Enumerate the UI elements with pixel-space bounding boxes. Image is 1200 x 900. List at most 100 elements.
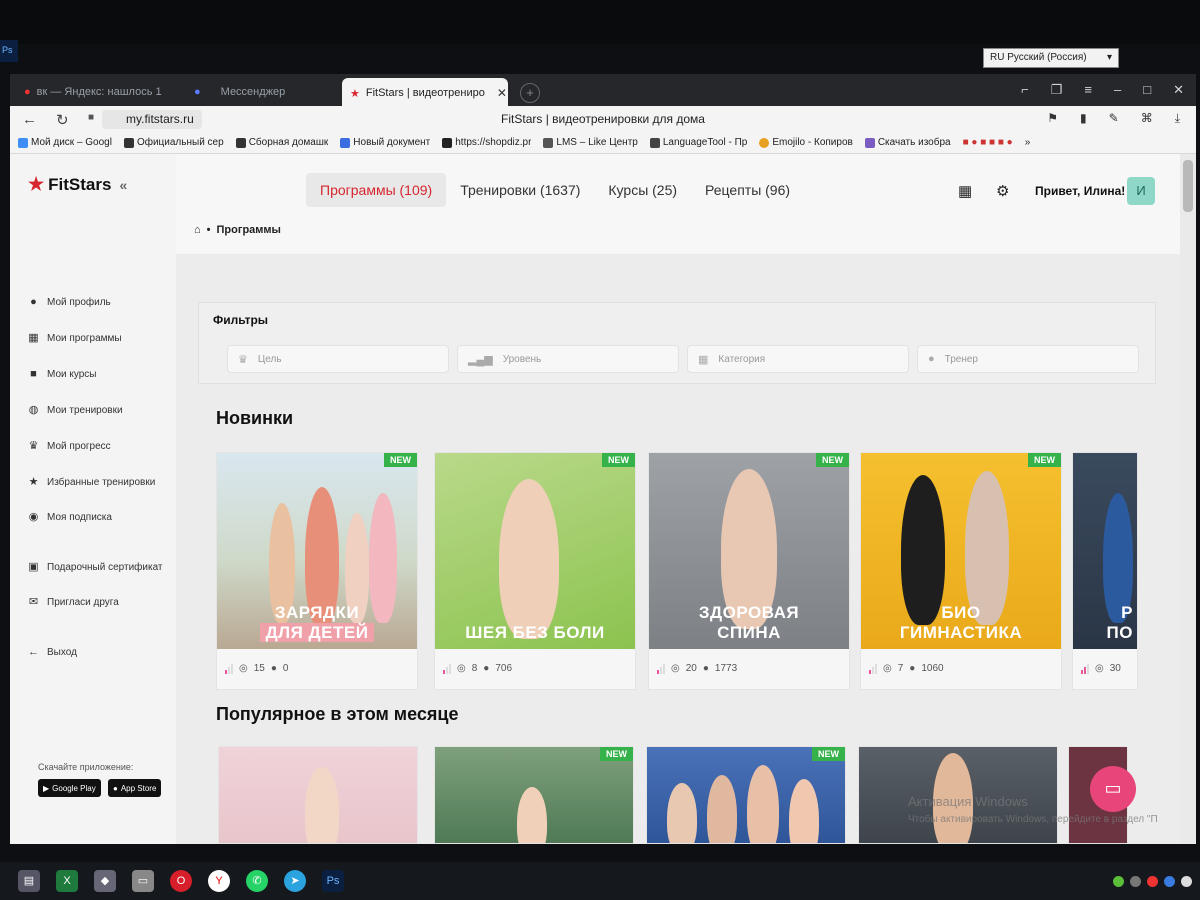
sidebar-item-profile[interactable]: ● Мой профиль bbox=[28, 297, 111, 309]
grid-icon: ▦ bbox=[698, 353, 709, 366]
new-badge: NEW bbox=[1028, 453, 1061, 467]
opera-icon[interactable]: O bbox=[170, 870, 192, 892]
tab-fitstars[interactable]: ★ FitStars | видеотрениро ✕ bbox=[342, 78, 508, 108]
collapse-chevron-icon[interactable]: « bbox=[119, 177, 127, 193]
translate-icon[interactable]: ⌘ bbox=[1141, 111, 1153, 126]
tray-icon[interactable] bbox=[1130, 876, 1141, 887]
program-card[interactable]: NEW bbox=[646, 746, 846, 844]
card-image: БИО ГИМНАСТИКА NEW bbox=[861, 453, 1061, 649]
close-icon[interactable]: ✕ bbox=[497, 86, 507, 100]
program-card[interactable]: ЗДОРОВАЯ СПИНА NEW ◎ 20 ● 1773 bbox=[648, 452, 850, 690]
close-window-icon[interactable]: ✕ bbox=[1173, 82, 1184, 98]
maximize-icon[interactable]: □ bbox=[1143, 82, 1151, 98]
scrollbar-thumb[interactable] bbox=[1183, 160, 1193, 212]
section-title-popular: Популярное в этом месяце bbox=[216, 704, 459, 724]
filter-trainer[interactable]: ● Тренер bbox=[917, 345, 1139, 373]
notepad-icon[interactable]: ▭ bbox=[132, 870, 154, 892]
bookmark-item[interactable]: Emojilo - Копиров bbox=[759, 137, 853, 148]
person-figure bbox=[305, 767, 339, 843]
excel-icon[interactable]: X bbox=[56, 870, 78, 892]
more-bookmarks-icon[interactable]: » bbox=[1025, 137, 1031, 148]
users-icon: ● bbox=[483, 663, 490, 674]
bookmark-item[interactable]: LanguageTool - Пр bbox=[649, 137, 747, 148]
bookmark-item[interactable]: Скачать изобра bbox=[864, 137, 951, 148]
app-store-button[interactable]: ● App Store bbox=[108, 779, 162, 797]
extension-icon[interactable]: ⚑ bbox=[1047, 111, 1058, 126]
bookmark-item[interactable]: Новый документ bbox=[340, 137, 430, 148]
bookmark-item[interactable]: Мой диск – Googl bbox=[18, 137, 112, 148]
explorer-icon[interactable]: ▤ bbox=[18, 870, 40, 892]
minimize-icon[interactable]: – bbox=[1114, 82, 1121, 98]
card-image: Р ПО bbox=[1073, 453, 1137, 649]
glasses-icon[interactable]: ⌐ bbox=[1021, 82, 1029, 98]
app-icon[interactable]: ◆ bbox=[94, 870, 116, 892]
program-card[interactable] bbox=[218, 746, 418, 844]
sidebar-item-gift[interactable]: ▣ Подарочный сертификат bbox=[28, 562, 162, 574]
program-card[interactable]: NEW bbox=[434, 746, 634, 844]
telegram-icon[interactable]: ➤ bbox=[284, 870, 306, 892]
sidebar-item-workouts[interactable]: ◍ Мои тренировки bbox=[28, 405, 123, 417]
photoshop-icon[interactable]: Ps bbox=[322, 870, 344, 892]
page-scrollbar[interactable] bbox=[1180, 154, 1196, 844]
new-tab-button[interactable]: + bbox=[520, 83, 540, 103]
tab-messenger[interactable]: ● Мессенджер bbox=[186, 80, 336, 104]
sidebar-item-progress[interactable]: ♛ Мой прогресс bbox=[28, 440, 111, 453]
bookmark-item[interactable]: Официальный сер bbox=[123, 137, 224, 148]
google-play-button[interactable]: ▶ Google Play bbox=[38, 779, 101, 797]
tray-icon[interactable] bbox=[1164, 876, 1175, 887]
download-icon[interactable]: ⤓ bbox=[1175, 111, 1180, 126]
filter-goal[interactable]: ♛ Цель bbox=[227, 345, 449, 373]
gear-icon[interactable]: ⚙ bbox=[996, 182, 1009, 200]
program-card[interactable]: БИО ГИМНАСТИКА NEW ◎ 7 ● 1060 bbox=[860, 452, 1062, 690]
collections-icon[interactable]: ❐ bbox=[1051, 82, 1063, 98]
bookmark-item[interactable]: https://shopdiz.pr bbox=[442, 137, 531, 148]
card-stats: ◎ 20 ● 1773 bbox=[657, 663, 737, 674]
program-card-partial[interactable]: Р ПО ◎ 30 bbox=[1072, 452, 1138, 690]
program-card[interactable]: ШЕЯ БЕЗ БОЛИ NEW ◎ 8 ● 706 bbox=[434, 452, 636, 690]
home-icon[interactable]: ⌂ bbox=[194, 224, 201, 236]
nav-courses[interactable]: Курсы (25) bbox=[594, 173, 691, 207]
site-icon bbox=[123, 137, 134, 148]
google-drive-icon bbox=[18, 137, 28, 148]
filter-category[interactable]: ▦ Категория bbox=[687, 345, 909, 373]
filter-level[interactable]: ▂▄▆ Уровень bbox=[457, 345, 679, 373]
sidebar-item-invite[interactable]: ✉ Пригласи друга bbox=[28, 597, 119, 609]
star-logo-icon: ★ bbox=[28, 174, 45, 194]
nav-workouts[interactable]: Тренировки (1637) bbox=[446, 173, 594, 207]
tray-icon[interactable] bbox=[1181, 876, 1192, 887]
bookmark-icon[interactable]: ▮ bbox=[1080, 111, 1087, 126]
sidebar-item-programs[interactable]: ▦ Мои программы bbox=[28, 333, 121, 345]
bookmark-item[interactable]: Сборная домашк bbox=[235, 137, 328, 148]
filters-panel: Фильтры ♛ Цель ▂▄▆ Уровень ▦ Категория ● Тре… bbox=[198, 302, 1156, 384]
menu-icon[interactable]: ≡ bbox=[1084, 82, 1092, 98]
card-title: БИО ГИМНАСТИКА bbox=[899, 603, 1023, 642]
extensions-icons[interactable]: ■ ● ■ ■ ■ ● bbox=[963, 137, 1013, 148]
sidebar-item-logout[interactable]: ← Выход bbox=[28, 647, 77, 659]
photoshop-side-badge: Ps bbox=[0, 40, 18, 62]
workouts-count: 8 bbox=[471, 663, 478, 674]
bookmark-item[interactable]: LMS – Like Центр bbox=[543, 137, 638, 148]
pen-icon[interactable]: ✎ bbox=[1109, 111, 1119, 126]
nav-programs[interactable]: Программы (109) bbox=[306, 173, 447, 207]
new-badge: NEW bbox=[384, 453, 417, 467]
avatar[interactable]: И bbox=[1127, 177, 1155, 205]
language-indicator[interactable]: RU Русский (Россия) ▾ bbox=[983, 48, 1119, 68]
nav-recipes[interactable]: Рецепты (96) bbox=[691, 173, 804, 207]
level-bars-icon bbox=[1081, 663, 1089, 674]
workouts-icon: ◎ bbox=[239, 663, 248, 674]
emoji-icon bbox=[759, 137, 770, 148]
sidebar-item-favorites[interactable]: ★ Избранные тренировки bbox=[28, 477, 156, 489]
tray-icon[interactable] bbox=[1147, 876, 1158, 887]
trophy-icon: ♛ bbox=[28, 440, 39, 452]
tray-icon[interactable] bbox=[1113, 876, 1124, 887]
sidebar-item-courses[interactable]: ■ Мои курсы bbox=[28, 369, 96, 381]
yandex-browser-icon[interactable]: Y bbox=[208, 870, 230, 892]
chat-button[interactable]: ▭ bbox=[1090, 766, 1136, 812]
tab-yandex[interactable]: ● вк — Яндекс: нашлось 1 bbox=[16, 80, 181, 104]
program-card[interactable]: ЗАРЯДКИ ДЛЯ ДЕТЕЙ NEW ◎ 15 ● 0 bbox=[216, 452, 418, 690]
fitstars-logo[interactable]: ★ FitStars « bbox=[28, 174, 127, 195]
whatsapp-icon[interactable]: ✆ bbox=[246, 870, 268, 892]
image-icon bbox=[864, 137, 875, 148]
calendar-icon[interactable]: ▦ bbox=[958, 182, 972, 200]
sidebar-item-subscription[interactable]: ◉ Моя подписка bbox=[28, 512, 112, 524]
